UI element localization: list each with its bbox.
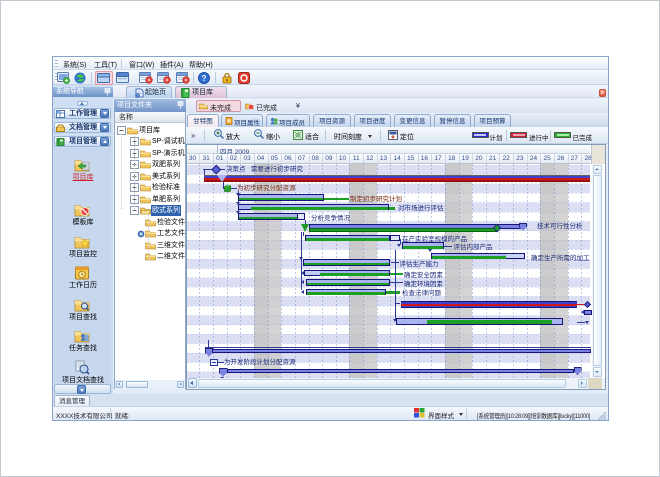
svg-text:?: ? bbox=[202, 74, 207, 83]
